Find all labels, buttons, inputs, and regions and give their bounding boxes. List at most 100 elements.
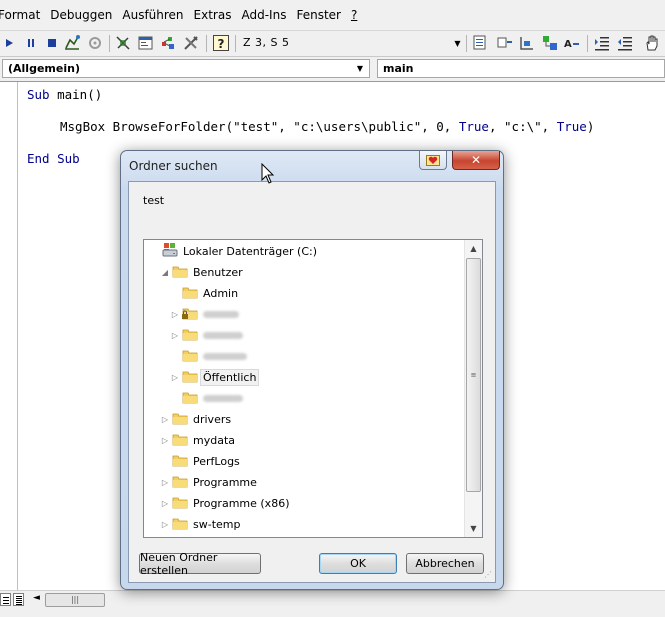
dialog-client-area: test ▲ ≡ ▼ Lokaler Datenträger (C:) ◢ Benu… [128, 181, 496, 583]
tree-item[interactable]: PerfLogs [160, 451, 240, 471]
full-module-view-icon[interactable] [13, 593, 24, 606]
chevron-down-icon[interactable]: ▼ [454, 39, 461, 48]
tree-item[interactable] [170, 346, 247, 366]
scroll-left-icon[interactable]: ◄ [33, 593, 40, 603]
quick-info-icon[interactable] [518, 34, 536, 52]
tree-item[interactable]: Admin [170, 283, 238, 303]
hand-icon[interactable] [643, 34, 661, 52]
project-explorer-icon[interactable] [114, 34, 132, 52]
new-folder-button[interactable]: Neuen Ordner erstellen [139, 551, 261, 577]
browse-folder-dialog: Ordner suchen ✕ test ▲ ≡ ▼ Lokaler Daten… [120, 150, 504, 590]
object-browser-icon[interactable] [159, 34, 177, 52]
menu-ausfuehren[interactable]: Ausführen [117, 8, 188, 22]
horizontal-scrollbar[interactable]: ◄ ||| [0, 590, 665, 609]
keyword-true: True [556, 119, 587, 134]
tree-item[interactable]: ▷ drivers [160, 409, 231, 429]
menu-help[interactable]: ? [346, 8, 362, 22]
folder-icon [172, 474, 188, 491]
collapsed-arrow-icon[interactable]: ▷ [170, 310, 180, 319]
menu-debuggen[interactable]: Debuggen [45, 8, 117, 22]
code-line-1[interactable]: Sub main() [27, 87, 102, 102]
tree-item[interactable]: ▷ sw-temp [160, 514, 241, 534]
keyword-end-sub: End Sub [27, 151, 80, 166]
object-combo[interactable]: (Allgemein) ▼ [2, 59, 370, 78]
code-line-3[interactable]: End Sub [27, 151, 80, 166]
tree-item-label: Benutzer [193, 265, 243, 279]
tree-item-label: sw-temp [193, 517, 241, 531]
toolbar: ? Z 3, S 5 ▼ A [0, 31, 665, 57]
indent-icon[interactable] [593, 34, 611, 52]
design-mode-icon[interactable] [63, 34, 81, 52]
help-icon[interactable]: ? [212, 34, 230, 52]
close-button[interactable]: ✕ [452, 151, 500, 170]
code-text: ) [586, 119, 595, 134]
code-window-header: (Allgemein) ▼ main [0, 57, 665, 82]
tree-item-label: Programme [193, 475, 257, 489]
collapsed-arrow-icon[interactable]: ▷ [160, 478, 170, 487]
menu-fenster[interactable]: Fenster [291, 8, 346, 22]
keyword-sub: Sub [27, 87, 50, 102]
expanded-arrow-icon[interactable]: ◢ [160, 268, 170, 277]
redacted-folder-label [203, 350, 247, 363]
tree-item[interactable]: ▷ Programme (x86) [160, 493, 290, 513]
pause-icon[interactable] [22, 34, 40, 52]
tree-item[interactable]: ▷ Öffentlich [170, 367, 260, 387]
tree-item[interactable]: ◢ Benutzer [160, 262, 243, 282]
scroll-down-icon[interactable]: ▼ [465, 520, 482, 537]
folder-icon [172, 453, 188, 470]
tree-vertical-scrollbar[interactable]: ▲ ≡ ▼ [464, 240, 482, 537]
heart-icon[interactable] [419, 151, 447, 170]
parameter-info-icon[interactable] [541, 34, 559, 52]
tree-item[interactable]: ▷ Programme [160, 472, 257, 492]
toolbox-icon[interactable] [182, 34, 200, 52]
menu-format[interactable]: Format [0, 8, 45, 22]
chevron-down-icon[interactable]: ▼ [353, 60, 367, 77]
mouse-cursor-icon [261, 163, 275, 184]
code-text: main() [49, 87, 103, 102]
procedure-combo[interactable]: main [377, 59, 665, 78]
run-icon[interactable] [0, 34, 18, 52]
stop-icon[interactable] [43, 34, 61, 52]
list-constants-icon[interactable] [496, 34, 514, 52]
collapsed-arrow-icon[interactable]: ▷ [170, 331, 180, 340]
folder-icon [182, 348, 198, 365]
tree-item[interactable]: ▷ [170, 325, 243, 345]
folder-tree[interactable]: ▲ ≡ ▼ Lokaler Datenträger (C:) ◢ Benutzer A… [143, 239, 483, 538]
userform-icon[interactable] [86, 34, 104, 52]
folder-icon [182, 327, 198, 344]
collapsed-arrow-icon[interactable]: ▷ [160, 415, 170, 424]
folder-icon [182, 285, 198, 302]
code-text: , "c:\", [488, 119, 557, 134]
procedure-view-icon[interactable] [0, 593, 11, 606]
folder-icon [182, 369, 198, 386]
folder-icon [172, 516, 188, 533]
menu-add-ins[interactable]: Add-Ins [236, 8, 291, 22]
scroll-up-icon[interactable]: ▲ [465, 240, 482, 257]
position-text: Z 3, S 5 [243, 36, 290, 49]
tree-item[interactable]: ▷ mydata [160, 430, 235, 450]
list-properties-icon[interactable] [472, 34, 490, 52]
procedure-combo-value: main [383, 62, 414, 75]
menu-extras[interactable]: Extras [189, 8, 237, 22]
resize-grip-icon[interactable]: ⋰ [484, 570, 492, 579]
code-line-2[interactable]: MsgBox BrowseForFolder("test", "c:\users… [60, 119, 594, 134]
ok-button[interactable]: OK [319, 553, 397, 574]
outdent-icon[interactable] [616, 34, 634, 52]
svg-text:A: A [564, 39, 572, 50]
margin-indicator-bar[interactable] [0, 82, 18, 590]
collapsed-arrow-icon[interactable]: ▷ [160, 520, 170, 529]
scrollbar-thumb[interactable]: ≡ [466, 258, 481, 492]
tree-item[interactable]: Lokaler Datenträger (C:) [150, 241, 317, 261]
properties-icon[interactable] [137, 34, 155, 52]
collapsed-arrow-icon[interactable]: ▷ [160, 499, 170, 508]
complete-word-icon[interactable]: A [563, 34, 581, 52]
folder-icon [172, 495, 188, 512]
scrollbar-thumb[interactable]: ||| [45, 593, 105, 607]
tree-item-label: Öffentlich [200, 368, 260, 386]
collapsed-arrow-icon[interactable]: ▷ [160, 436, 170, 445]
collapsed-arrow-icon[interactable]: ▷ [170, 373, 180, 382]
tree-item-label: Lokaler Datenträger (C:) [183, 244, 318, 258]
tree-item[interactable] [170, 388, 243, 408]
tree-item[interactable]: ▷ [170, 304, 239, 324]
cancel-button[interactable]: Abbrechen [406, 553, 484, 574]
